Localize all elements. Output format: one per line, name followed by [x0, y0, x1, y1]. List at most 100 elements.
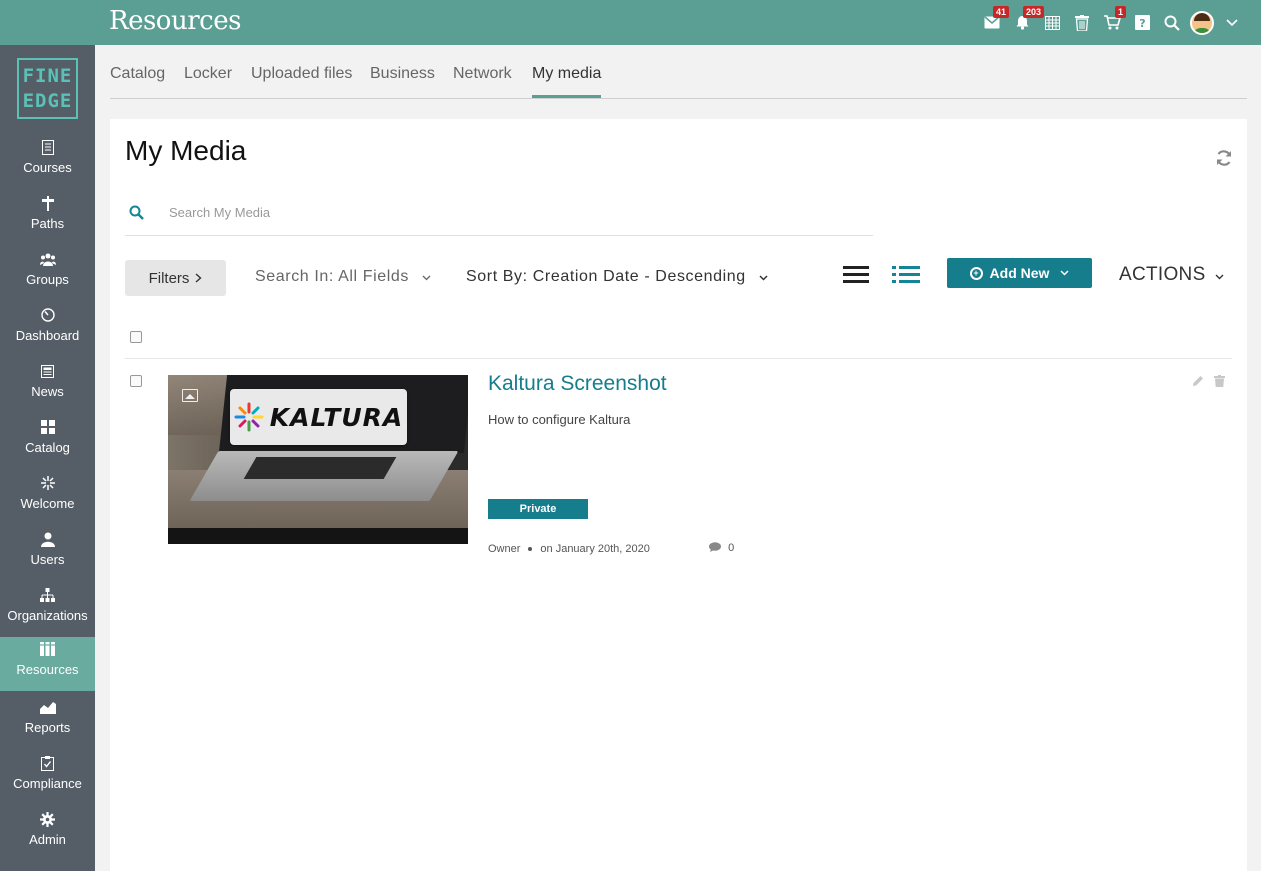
trash-bin-icon[interactable] [1067, 0, 1097, 45]
add-new-label: Add New [989, 265, 1050, 281]
select-all-checkbox[interactable] [130, 331, 142, 343]
resource-tabs: Catalog Locker Uploaded files Business N… [110, 55, 1247, 99]
grid-icon [0, 420, 95, 440]
svg-text:?: ? [1139, 17, 1145, 30]
actions-dropdown[interactable]: ACTIONS [1119, 264, 1224, 286]
sidebar-item-label: Groups [26, 272, 69, 287]
sidebar-item-admin[interactable]: Admin [0, 807, 95, 861]
filters-label: Filters [148, 269, 190, 287]
sidebar-item-label: News [31, 384, 64, 399]
bullet [528, 547, 533, 552]
sidebar-item-compliance[interactable]: Compliance [0, 751, 95, 805]
tab-business[interactable]: Business [370, 65, 435, 98]
cart-badge: 1 [1115, 6, 1127, 18]
sidebar-item-label: Welcome [20, 496, 75, 511]
user-avatar[interactable] [1187, 0, 1217, 45]
search-in-dropdown[interactable]: Search In: All Fields [255, 268, 431, 286]
envelope-icon[interactable]: 41 [977, 0, 1010, 45]
logo-line-1: FINE [22, 65, 73, 87]
top-icons: 41 203 1 ? [977, 0, 1247, 45]
tab-catalog[interactable]: Catalog [110, 65, 165, 98]
sidebar: FINE EDGE Courses Paths Groups Dashboard… [0, 45, 95, 871]
sort-by-label: Sort By: Creation Date - Descending [466, 268, 746, 285]
library-icon [0, 642, 95, 662]
kaltura-wordmark: KALTURA [269, 402, 404, 432]
help-icon[interactable]: ? [1127, 0, 1157, 45]
section-title: My Media [125, 135, 247, 166]
dashboard-icon [0, 308, 95, 328]
chevron-down-icon[interactable] [1217, 0, 1247, 45]
top-bar: Resources 41 203 1 ? [0, 0, 1261, 45]
privacy-badge: Private [488, 499, 588, 519]
row-checkbox[interactable] [130, 375, 142, 387]
refresh-icon[interactable] [1215, 149, 1233, 173]
sidebar-item-label: Organizations [7, 608, 88, 623]
sidebar-item-label: Reports [24, 720, 71, 735]
tab-my-media[interactable]: My media [532, 65, 602, 98]
divider [125, 358, 1232, 359]
chevron-right-icon [195, 273, 202, 283]
sidebar-item-label: Resources [16, 662, 79, 677]
media-meta: Owner on January 20th, 2020 [488, 543, 650, 555]
media-title-link[interactable]: Kaltura Screenshot [488, 372, 667, 396]
chevron-down-icon [422, 275, 431, 281]
media-search [125, 199, 873, 236]
comments-value: 0 [728, 542, 735, 554]
chart-icon [0, 700, 95, 720]
tab-locker[interactable]: Locker [184, 65, 232, 98]
checklist-icon [0, 756, 95, 776]
sidebar-item-news[interactable]: News [0, 359, 95, 413]
sidebar-item-resources[interactable]: Resources [0, 637, 95, 691]
sort-by-dropdown[interactable]: Sort By: Creation Date - Descending [466, 268, 768, 286]
sidebar-item-courses[interactable]: Courses [0, 135, 95, 189]
media-thumbnail[interactable]: KALTURA [168, 375, 468, 544]
newspaper-icon [0, 364, 95, 384]
tab-uploaded-files[interactable]: Uploaded files [251, 65, 352, 98]
image-type-icon [182, 389, 198, 402]
sidebar-item-groups[interactable]: Groups [0, 247, 95, 301]
bell-icon[interactable]: 203 [1007, 0, 1045, 45]
media-owner: Owner [488, 543, 521, 555]
sidebar-item-catalog[interactable]: Catalog [0, 415, 95, 469]
chevron-down-icon [1215, 274, 1224, 280]
logo-line-2: EDGE [22, 90, 73, 112]
search-input[interactable] [169, 205, 769, 220]
sidebar-item-label: Users [30, 552, 65, 567]
sidebar-item-paths[interactable]: Paths [0, 191, 95, 245]
add-new-button[interactable]: + Add New [947, 258, 1092, 288]
sidebar-item-organizations[interactable]: Organizations [0, 583, 95, 637]
page-title: Resources [109, 6, 241, 36]
sidebar-item-dashboard[interactable]: Dashboard [0, 303, 95, 357]
media-date: on January 20th, 2020 [540, 543, 650, 555]
edit-pencil-icon[interactable] [1192, 375, 1204, 390]
delete-trash-icon[interactable] [1214, 375, 1225, 390]
sidebar-item-welcome[interactable]: Welcome [0, 471, 95, 525]
fine-edge-logo[interactable]: FINE EDGE [17, 58, 78, 119]
cart-icon[interactable]: 1 [1097, 0, 1127, 45]
sidebar-item-reports[interactable]: Reports [0, 695, 95, 749]
sparkle-icon [0, 476, 95, 496]
detailed-view-icon[interactable] [892, 265, 920, 285]
comment-icon [709, 542, 721, 552]
signpost-icon [0, 196, 95, 216]
sidebar-item-label: Compliance [13, 776, 82, 791]
media-description: How to configure Kaltura [488, 412, 631, 427]
group-icon [0, 252, 95, 272]
actions-label: ACTIONS [1119, 264, 1206, 285]
comments-count[interactable]: 0 [709, 542, 734, 555]
search-in-label: Search In: All Fields [255, 268, 409, 285]
sidebar-item-label: Catalog [25, 440, 70, 455]
calendar-icon[interactable] [1037, 0, 1067, 45]
kaltura-logo: KALTURA [230, 389, 407, 445]
search-icon[interactable] [1157, 0, 1187, 45]
chevron-down-icon [1060, 270, 1069, 276]
list-view-icon[interactable] [843, 264, 869, 286]
filters-button[interactable]: Filters [125, 260, 226, 296]
sidebar-item-label: Courses [23, 160, 72, 175]
tab-network[interactable]: Network [453, 65, 512, 98]
sidebar-item-label: Admin [29, 832, 66, 847]
org-chart-icon [0, 588, 95, 608]
my-media-panel: My Media Filters Search In: All Fields S… [110, 119, 1247, 871]
sidebar-item-users[interactable]: Users [0, 527, 95, 581]
kaltura-burst-icon [234, 402, 264, 432]
